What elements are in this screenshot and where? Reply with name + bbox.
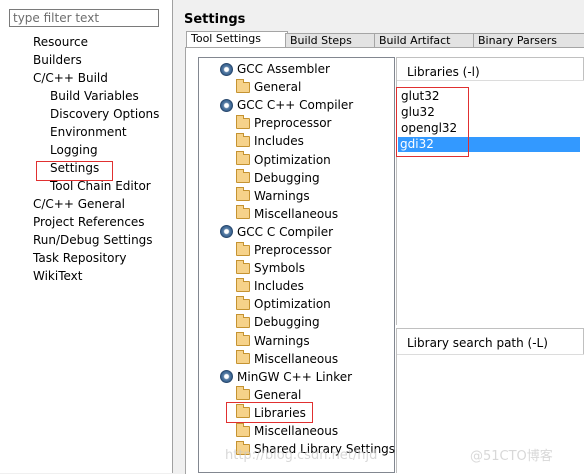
nav-item-project-references[interactable]: Project References <box>33 214 145 230</box>
watermark-brand: @51CTO博客 <box>470 449 553 464</box>
nav-item-c-c-build[interactable]: C/C++ Build <box>33 70 108 86</box>
tree-item-label: Debugging <box>254 315 320 330</box>
tree-item-label: Optimization <box>254 297 331 312</box>
watermark-url: http://blog.csdn.net/hjd <box>225 448 378 463</box>
folder-icon <box>236 404 250 419</box>
tool-gear-icon <box>220 62 233 76</box>
nav-item-wikitext[interactable]: WikiText <box>33 268 83 284</box>
tree-item-label: Debugging <box>254 170 320 185</box>
folder-icon <box>236 295 250 310</box>
tree-item[interactable]: GCC Assembler <box>220 60 330 78</box>
folder-icon <box>236 132 250 147</box>
tree-item-label: General <box>254 387 302 402</box>
tree-item[interactable]: Warnings <box>236 332 310 350</box>
library-search-path-title: Library search path (-L) <box>407 336 548 350</box>
tree-item[interactable]: Miscellaneous <box>236 350 338 368</box>
tree-item-label: Libraries <box>254 405 306 420</box>
tree-item-label: Miscellaneous <box>254 351 339 366</box>
tree-item-label: MinGW C++ Linker <box>237 369 353 384</box>
tool-gear-icon <box>220 98 233 112</box>
tree-item-label: Preprocessor <box>254 116 332 131</box>
tree-item-label: Warnings <box>254 333 310 348</box>
tree-item[interactable]: Preprocessor <box>236 241 331 259</box>
nav-item-resource[interactable]: Resource <box>33 34 88 50</box>
tree-item[interactable]: Miscellaneous <box>236 205 338 223</box>
tree-item[interactable]: Debugging <box>236 313 320 331</box>
tree-item[interactable]: Includes <box>236 277 304 295</box>
tree-item[interactable]: General <box>236 78 301 96</box>
library-item[interactable]: glut32 <box>401 89 440 104</box>
folder-icon <box>236 169 250 184</box>
nav-item-settings[interactable]: Settings <box>50 160 99 176</box>
tree-item-label: GCC C Compiler <box>237 224 334 239</box>
tree-item-label: Warnings <box>254 188 310 203</box>
folder-icon <box>236 350 250 365</box>
nav-item-run-debug-settings[interactable]: Run/Debug Settings <box>33 232 153 248</box>
tree-item[interactable]: Optimization <box>236 295 331 313</box>
nav-item-c-c-general[interactable]: C/C++ General <box>33 196 125 212</box>
folder-icon <box>236 422 250 437</box>
tab-build-artifact[interactable]: Build Artifact <box>374 33 476 48</box>
libraries-title: Libraries (-l) <box>407 65 480 79</box>
tree-item[interactable]: General <box>236 386 301 404</box>
folder-icon <box>236 332 250 346</box>
folder-icon <box>236 151 250 165</box>
tool-gear-icon <box>220 370 233 384</box>
tab-tool-settings[interactable]: Tool Settings <box>186 31 288 48</box>
tree-item-label: GCC C++ Compiler <box>237 98 354 113</box>
tool-gear-icon <box>220 225 233 239</box>
tree-item[interactable]: GCC C Compiler <box>220 223 333 241</box>
tree-item-label: Symbols <box>254 261 305 276</box>
tab-binary-parsers[interactable]: Binary Parsers <box>473 33 584 48</box>
nav-item-builders[interactable]: Builders <box>33 52 82 68</box>
folder-icon <box>236 241 250 256</box>
tab-build-steps[interactable]: Build Steps <box>285 33 377 48</box>
tree-item-label: Includes <box>254 279 304 294</box>
tree-item-label: GCC Assembler <box>237 62 330 76</box>
filter-input[interactable] <box>9 9 159 27</box>
library-item[interactable]: glu32 <box>401 105 435 120</box>
tree-item[interactable]: Libraries <box>236 404 306 422</box>
nav-item-discovery-options[interactable]: Discovery Options <box>50 106 159 122</box>
nav-item-tool-chain-editor[interactable]: Tool Chain Editor <box>50 178 151 194</box>
folder-icon <box>236 205 250 220</box>
tree-item[interactable]: Debugging <box>236 169 320 187</box>
tree-item-label: General <box>254 80 302 95</box>
folder-icon <box>236 78 250 93</box>
tree-item-label: Miscellaneous <box>254 206 339 221</box>
nav-item-environment[interactable]: Environment <box>50 124 127 140</box>
folder-icon <box>236 259 250 274</box>
tree-item-label: Preprocessor <box>254 243 332 257</box>
folder-icon <box>236 386 250 401</box>
tree-item[interactable]: Miscellaneous <box>236 422 338 440</box>
folder-icon <box>236 313 250 328</box>
library-item[interactable]: gdi32 <box>398 137 580 152</box>
folder-icon <box>236 277 250 292</box>
library-item[interactable]: opengl32 <box>401 121 457 136</box>
tree-item[interactable]: Symbols <box>236 259 305 277</box>
tree-item-label: Includes <box>254 134 304 149</box>
nav-item-build-variables[interactable]: Build Variables <box>50 88 139 104</box>
tree-item[interactable]: Includes <box>236 132 304 150</box>
nav-item-task-repository[interactable]: Task Repository <box>33 250 127 266</box>
tree-item-label: Miscellaneous <box>254 424 339 438</box>
tree-item[interactable]: Preprocessor <box>236 114 331 132</box>
nav-item-logging[interactable]: Logging <box>50 142 98 158</box>
tree-item[interactable]: Warnings <box>236 187 310 205</box>
folder-icon <box>236 114 250 129</box>
tree-item[interactable]: GCC C++ Compiler <box>220 96 353 114</box>
tree-item-label: Optimization <box>254 152 331 167</box>
folder-icon <box>236 187 250 202</box>
tree-item[interactable]: MinGW C++ Linker <box>220 368 352 386</box>
tree-item[interactable]: Optimization <box>236 151 331 169</box>
page-title: Settings <box>184 12 246 27</box>
